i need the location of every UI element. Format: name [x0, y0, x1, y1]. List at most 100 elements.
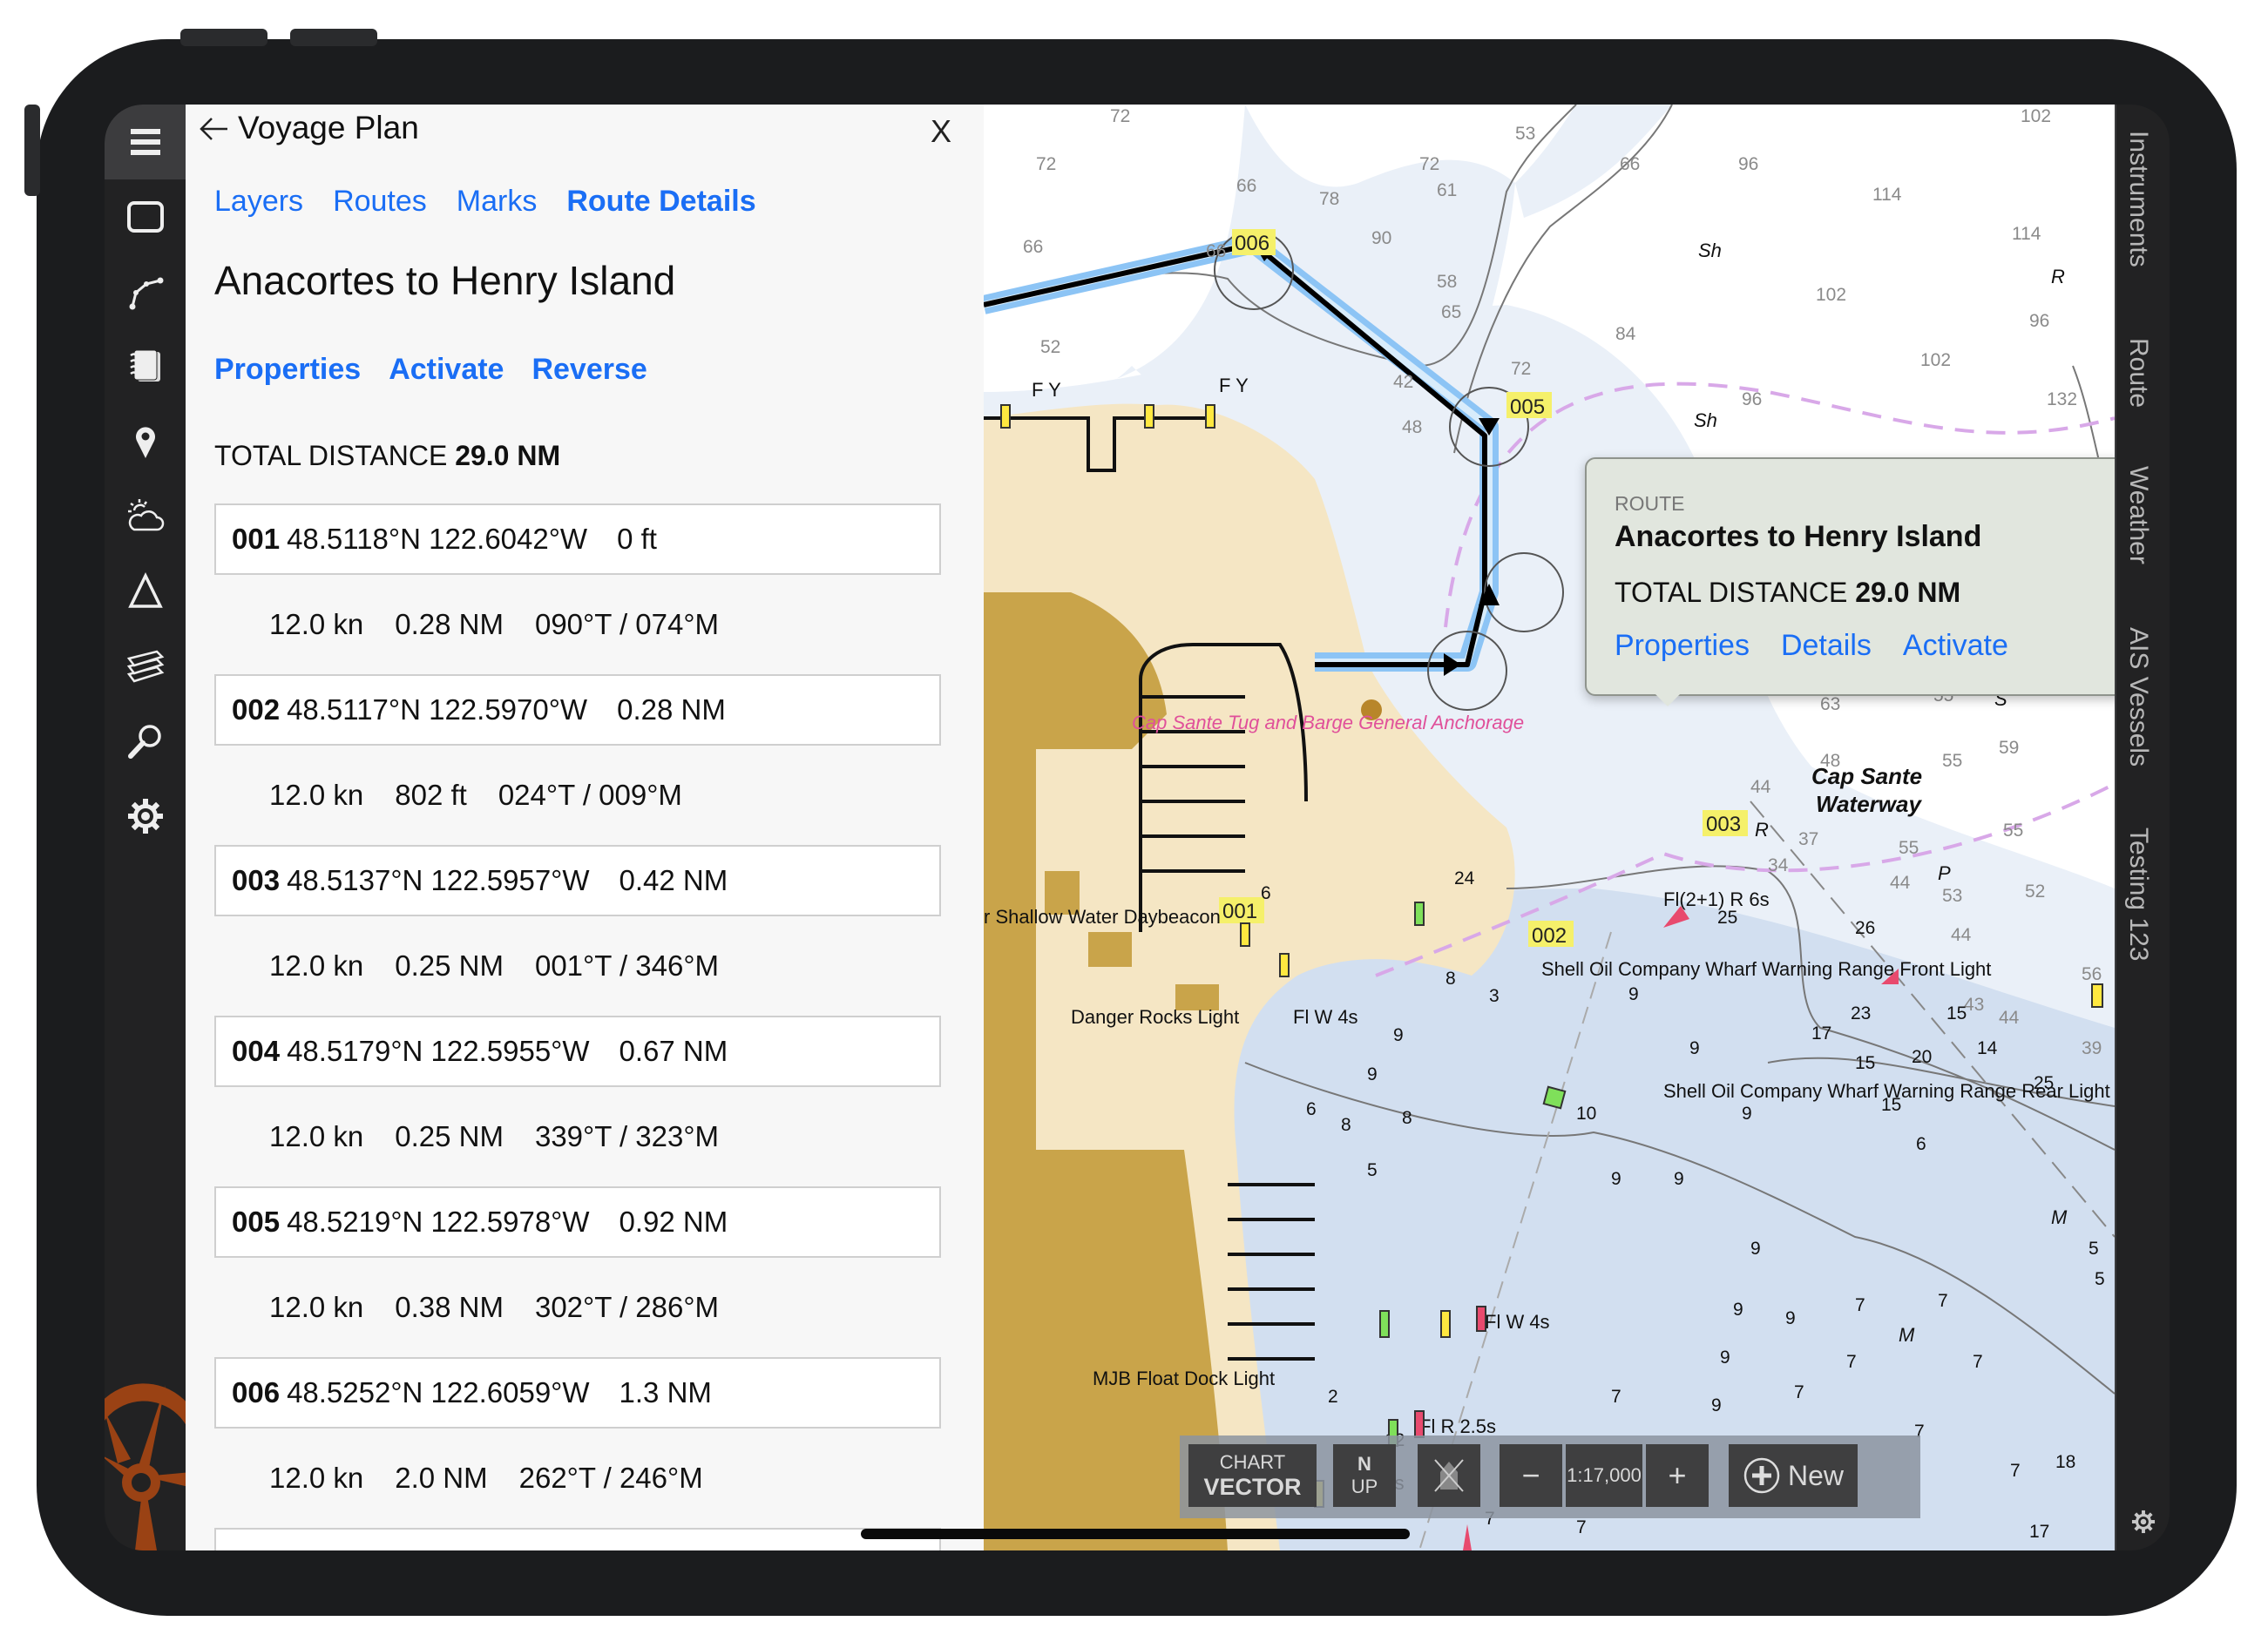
waypoint-row[interactable]: 004 48.5179°N 122.5955°W 0.67 NM — [214, 1016, 941, 1087]
svg-text:66: 66 — [1236, 176, 1256, 196]
svg-text:9: 9 — [1720, 1348, 1730, 1368]
waypoint-label-006: 006 — [1235, 232, 1269, 255]
rail-item-settings[interactable] — [105, 779, 186, 854]
orientation-button[interactable]: N UP — [1333, 1444, 1396, 1507]
route-path-icon — [129, 277, 163, 310]
rail-item-routes[interactable] — [105, 254, 186, 329]
svg-text:5: 5 — [1367, 1160, 1378, 1180]
zoom-out-button[interactable]: − — [1500, 1444, 1562, 1507]
seabed-label: M — [2051, 1206, 2068, 1228]
svg-text:39: 39 — [2082, 1038, 2102, 1058]
svg-text:9: 9 — [1628, 984, 1639, 1004]
waypoint-row[interactable]: 001 48.5118°N 122.6042°W 0 ft — [214, 503, 941, 575]
zoom-in-button[interactable]: + — [1646, 1444, 1709, 1507]
svg-text:25: 25 — [1717, 908, 1737, 928]
svg-text:6: 6 — [1306, 1099, 1317, 1119]
panel-header: Voyage Plan X — [186, 105, 984, 157]
waypoint-row[interactable]: 005 48.5219°N 122.5978°W 0.92 NM — [214, 1186, 941, 1258]
home-indicator[interactable] — [861, 1529, 1410, 1539]
screen: Voyage Plan X Layers Routes Marks Route … — [105, 105, 2170, 1550]
triangle-icon — [127, 571, 163, 608]
properties-button[interactable]: Properties — [214, 353, 361, 387]
svg-text:55: 55 — [2003, 821, 2023, 841]
chart-canvas[interactable]: 006 005 003 002 001 Cap Sante Tug and Ba… — [984, 105, 2115, 1550]
leg-row: 12.0 kn 802 ft 024°T / 009°M — [214, 746, 941, 845]
reverse-button[interactable]: Reverse — [531, 353, 647, 387]
svg-text:66: 66 — [1620, 154, 1640, 174]
svg-text:42: 42 — [1393, 372, 1413, 392]
close-button[interactable]: X — [931, 113, 951, 150]
svg-text:8: 8 — [1341, 1115, 1351, 1135]
waypoint-id: 005 — [232, 1206, 281, 1238]
rail-item-logbook[interactable] — [105, 329, 186, 404]
svg-text:7: 7 — [1973, 1352, 1983, 1372]
rail-item-search[interactable] — [105, 704, 186, 779]
back-arrow-icon[interactable] — [196, 111, 231, 146]
rail-item-marks[interactable] — [105, 404, 186, 479]
rail-item-menu[interactable] — [105, 105, 186, 179]
new-label: New — [1787, 1459, 1844, 1491]
rail-item-layers[interactable] — [105, 629, 186, 704]
tab-testing-123[interactable]: Testing 123 — [2123, 828, 2153, 961]
chart-type-label: CHART — [1219, 1450, 1286, 1473]
svg-text:66: 66 — [1023, 237, 1043, 257]
svg-text:72: 72 — [1110, 106, 1130, 126]
svg-text:52: 52 — [2025, 882, 2045, 902]
new-button[interactable]: New — [1729, 1444, 1858, 1507]
svg-text:15: 15 — [1855, 1053, 1875, 1073]
tab-routes[interactable]: Routes — [333, 185, 427, 219]
panel-tabs: Layers Routes Marks Route Details — [214, 185, 756, 219]
popup-total-label: TOTAL DISTANCE — [1615, 577, 1848, 608]
volume-down-button — [290, 29, 377, 46]
light-char-label: Fl(2+1) R 6s — [1663, 888, 1770, 910]
leg-bearing: 024°T / 009°M — [498, 779, 682, 811]
tab-instruments[interactable]: Instruments — [2123, 131, 2153, 267]
svg-text:72: 72 — [1036, 154, 1056, 174]
waypoint-label-005: 005 — [1510, 395, 1545, 419]
panel-title: Voyage Plan — [238, 110, 419, 145]
svg-text:5: 5 — [2095, 1269, 2105, 1289]
boat-visibility-button[interactable] — [1418, 1444, 1480, 1507]
svg-text:43: 43 — [1964, 995, 1984, 1015]
tab-route[interactable]: Route — [2123, 338, 2153, 408]
svg-text:55: 55 — [1942, 751, 1962, 771]
popup-details-button[interactable]: Details — [1781, 629, 1872, 663]
rail-item-weather[interactable] — [105, 479, 186, 554]
tab-route-details[interactable]: Route Details — [566, 185, 755, 219]
chart-toolbar: CHART VECTOR N UP − 1:17,000 + New — [1180, 1435, 1920, 1518]
waypoint-row[interactable]: 003 48.5137°N 122.5957°W 0.42 NM — [214, 845, 941, 916]
svg-text:96: 96 — [2029, 311, 2049, 331]
svg-text:9: 9 — [1733, 1300, 1743, 1320]
svg-text:2: 2 — [1328, 1387, 1338, 1407]
tab-marks[interactable]: Marks — [457, 185, 538, 219]
waypoint-row-partial[interactable] — [214, 1528, 941, 1550]
popup-properties-button[interactable]: Properties — [1615, 629, 1750, 663]
waypoint-row[interactable]: 002 48.5117°N 122.5970°W 0.28 NM — [214, 674, 941, 746]
tab-layers[interactable]: Layers — [214, 185, 303, 219]
activate-button[interactable]: Activate — [389, 353, 504, 387]
waypoint-distance: 0.28 NM — [617, 693, 726, 726]
route-name: Anacortes to Henry Island — [214, 258, 676, 303]
chart-type-button[interactable]: CHART VECTOR — [1188, 1444, 1317, 1507]
rail-item-chart-view[interactable] — [105, 179, 186, 254]
seabed-label: Sh — [1698, 240, 1722, 261]
gear-icon[interactable] — [2130, 1509, 2156, 1535]
svg-text:9: 9 — [1750, 1239, 1761, 1259]
svg-text:72: 72 — [1511, 359, 1531, 379]
tab-ais-vessels[interactable]: AIS Vessels — [2123, 627, 2153, 767]
rail-item-tides[interactable] — [105, 554, 186, 629]
leg-speed: 12.0 kn — [269, 1120, 364, 1152]
seabed-label: M — [1899, 1324, 1915, 1346]
volume-up-button — [180, 29, 267, 46]
route-popup: ROUTE Anacortes to Henry Island TOTAL DI… — [1585, 457, 2115, 706]
popup-activate-button[interactable]: Activate — [1903, 629, 2008, 663]
svg-text:15: 15 — [1946, 1003, 1967, 1023]
total-distance: TOTAL DISTANCE 29.0 NM — [214, 440, 560, 472]
svg-text:72: 72 — [1419, 154, 1439, 174]
leg-length: 0.28 NM — [395, 608, 504, 640]
waypoint-row[interactable]: 006 48.5252°N 122.6059°W 1.3 NM — [214, 1357, 941, 1429]
leg-row: 12.0 kn 2.0 NM 262°T / 246°M — [214, 1429, 941, 1528]
nautical-chart-map[interactable]: 006 005 003 002 001 Cap Sante Tug and Ba… — [984, 105, 2115, 1550]
waypoint-distance: 0.42 NM — [619, 864, 728, 896]
tab-weather[interactable]: Weather — [2123, 466, 2153, 564]
